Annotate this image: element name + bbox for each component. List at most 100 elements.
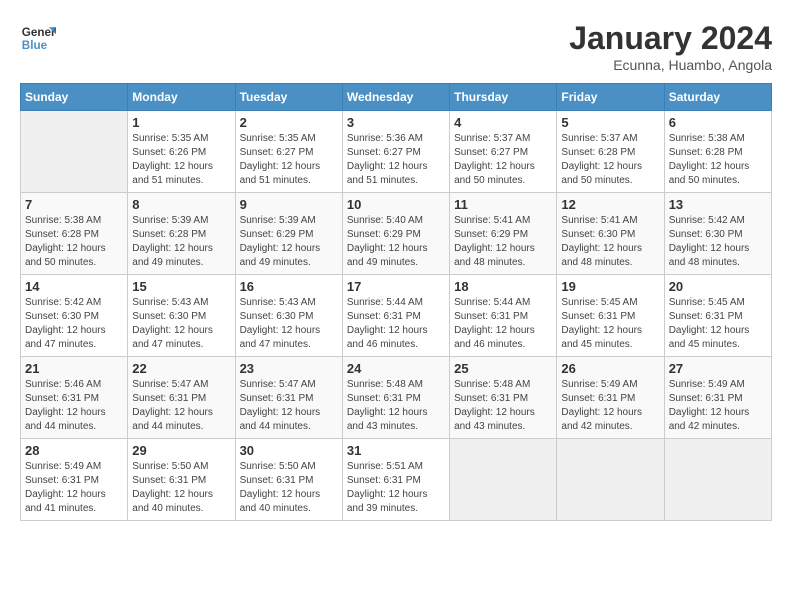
day-info: Sunrise: 5:49 AMSunset: 6:31 PMDaylight:…	[25, 460, 123, 516]
day-number: 18	[454, 279, 552, 294]
day-number: 14	[25, 279, 123, 294]
day-number: 1	[132, 115, 230, 130]
calendar-day-cell: 5Sunrise: 5:37 AMSunset: 6:28 PMDaylight…	[557, 111, 664, 193]
title-block: January 2024 Ecunna, Huambo, Angola	[569, 20, 772, 73]
day-of-week-header: Friday	[557, 84, 664, 111]
day-number: 2	[240, 115, 338, 130]
calendar-day-cell: 22Sunrise: 5:47 AMSunset: 6:31 PMDayligh…	[128, 357, 235, 439]
day-info: Sunrise: 5:46 AMSunset: 6:31 PMDaylight:…	[25, 378, 123, 434]
day-info: Sunrise: 5:45 AMSunset: 6:31 PMDaylight:…	[561, 296, 659, 352]
day-number: 9	[240, 197, 338, 212]
day-number: 7	[25, 197, 123, 212]
day-info: Sunrise: 5:48 AMSunset: 6:31 PMDaylight:…	[347, 378, 445, 434]
calendar-day-cell: 17 Sunrise: 5:44 AMSunset: 6:31 PMDayligh…	[342, 275, 449, 357]
day-number: 19	[561, 279, 659, 294]
calendar-day-cell: 6Sunrise: 5:38 AMSunset: 6:28 PMDaylight…	[664, 111, 771, 193]
calendar-day-cell	[450, 439, 557, 521]
calendar-day-cell: 3 Sunrise: 5:36 AMSunset: 6:27 PMDaylight…	[342, 111, 449, 193]
calendar-day-cell: 13Sunrise: 5:42 AMSunset: 6:30 PMDayligh…	[664, 193, 771, 275]
day-info: Sunrise: 5:42 AMSunset: 6:30 PMDaylight:…	[25, 296, 123, 352]
day-info: Sunrise: 5:44 AMSunset: 6:31 PMDaylight:…	[347, 296, 445, 352]
location-subtitle: Ecunna, Huambo, Angola	[569, 57, 772, 73]
calendar-day-cell: 10Sunrise: 5:40 AMSunset: 6:29 PMDayligh…	[342, 193, 449, 275]
day-info: Sunrise: 5:36 AMSunset: 6:27 PMDaylight:…	[347, 132, 445, 188]
day-info: Sunrise: 5:44 AMSunset: 6:31 PMDaylight:…	[454, 296, 552, 352]
calendar-day-cell	[664, 439, 771, 521]
calendar-day-cell: 30 Sunrise: 5:50 AMSunset: 6:31 PMDayligh…	[235, 439, 342, 521]
day-info: Sunrise: 5:43 AMSunset: 6:30 PMDaylight:…	[240, 296, 338, 352]
day-info: Sunrise: 5:49 AMSunset: 6:31 PMDaylight:…	[669, 378, 767, 434]
day-info: Sunrise: 5:50 AMSunset: 6:31 PMDaylight:…	[132, 460, 230, 516]
day-info: Sunrise: 5:49 AMSunset: 6:31 PMDaylight:…	[561, 378, 659, 434]
calendar-day-cell: 2 Sunrise: 5:35 AMSunset: 6:27 PMDaylight…	[235, 111, 342, 193]
day-number: 29	[132, 443, 230, 458]
day-number: 16	[240, 279, 338, 294]
calendar-day-cell: 27Sunrise: 5:49 AMSunset: 6:31 PMDayligh…	[664, 357, 771, 439]
calendar-week-row: 7 Sunrise: 5:38 AMSunset: 6:28 PMDaylight…	[21, 193, 772, 275]
calendar-day-cell: 16 Sunrise: 5:43 AMSunset: 6:30 PMDayligh…	[235, 275, 342, 357]
calendar-day-cell: 9 Sunrise: 5:39 AMSunset: 6:29 PMDaylight…	[235, 193, 342, 275]
calendar-day-cell: 26 Sunrise: 5:49 AMSunset: 6:31 PMDayligh…	[557, 357, 664, 439]
day-info: Sunrise: 5:47 AMSunset: 6:31 PMDaylight:…	[132, 378, 230, 434]
calendar-day-cell: 12Sunrise: 5:41 AMSunset: 6:30 PMDayligh…	[557, 193, 664, 275]
day-info: Sunrise: 5:50 AMSunset: 6:31 PMDaylight:…	[240, 460, 338, 516]
day-number: 3	[347, 115, 445, 130]
day-of-week-header: Tuesday	[235, 84, 342, 111]
calendar-table: SundayMondayTuesdayWednesdayThursdayFrid…	[20, 83, 772, 521]
day-of-week-header: Sunday	[21, 84, 128, 111]
calendar-day-cell: 31Sunrise: 5:51 AMSunset: 6:31 PMDayligh…	[342, 439, 449, 521]
day-number: 12	[561, 197, 659, 212]
day-number: 30	[240, 443, 338, 458]
calendar-day-cell: 15 Sunrise: 5:43 AMSunset: 6:30 PMDayligh…	[128, 275, 235, 357]
day-info: Sunrise: 5:51 AMSunset: 6:31 PMDaylight:…	[347, 460, 445, 516]
day-of-week-header: Thursday	[450, 84, 557, 111]
page-header: General Blue January 2024 Ecunna, Huambo…	[20, 20, 772, 73]
day-info: Sunrise: 5:35 AMSunset: 6:27 PMDaylight:…	[240, 132, 338, 188]
calendar-week-row: 28 Sunrise: 5:49 AMSunset: 6:31 PMDayligh…	[21, 439, 772, 521]
calendar-day-cell: 4Sunrise: 5:37 AMSunset: 6:27 PMDaylight…	[450, 111, 557, 193]
calendar-week-row: 21 Sunrise: 5:46 AMSunset: 6:31 PMDayligh…	[21, 357, 772, 439]
day-number: 26	[561, 361, 659, 376]
day-number: 17	[347, 279, 445, 294]
svg-text:Blue: Blue	[22, 39, 48, 52]
calendar-day-cell: 18 Sunrise: 5:44 AMSunset: 6:31 PMDayligh…	[450, 275, 557, 357]
calendar-day-cell: 23Sunrise: 5:47 AMSunset: 6:31 PMDayligh…	[235, 357, 342, 439]
calendar-day-cell: 20 Sunrise: 5:45 AMSunset: 6:31 PMDayligh…	[664, 275, 771, 357]
header-row: SundayMondayTuesdayWednesdayThursdayFrid…	[21, 84, 772, 111]
calendar-day-cell: 14 Sunrise: 5:42 AMSunset: 6:30 PMDayligh…	[21, 275, 128, 357]
day-info: Sunrise: 5:39 AMSunset: 6:29 PMDaylight:…	[240, 214, 338, 270]
day-number: 25	[454, 361, 552, 376]
calendar-day-cell	[21, 111, 128, 193]
day-info: Sunrise: 5:37 AMSunset: 6:27 PMDaylight:…	[454, 132, 552, 188]
day-number: 8	[132, 197, 230, 212]
calendar-day-cell: 7 Sunrise: 5:38 AMSunset: 6:28 PMDaylight…	[21, 193, 128, 275]
day-number: 15	[132, 279, 230, 294]
day-number: 20	[669, 279, 767, 294]
day-info: Sunrise: 5:48 AMSunset: 6:31 PMDaylight:…	[454, 378, 552, 434]
day-number: 28	[25, 443, 123, 458]
day-number: 11	[454, 197, 552, 212]
day-info: Sunrise: 5:43 AMSunset: 6:30 PMDaylight:…	[132, 296, 230, 352]
day-info: Sunrise: 5:40 AMSunset: 6:29 PMDaylight:…	[347, 214, 445, 270]
calendar-day-cell: 25 Sunrise: 5:48 AMSunset: 6:31 PMDayligh…	[450, 357, 557, 439]
day-number: 24	[347, 361, 445, 376]
day-info: Sunrise: 5:38 AMSunset: 6:28 PMDaylight:…	[25, 214, 123, 270]
day-info: Sunrise: 5:47 AMSunset: 6:31 PMDaylight:…	[240, 378, 338, 434]
calendar-day-cell: 28 Sunrise: 5:49 AMSunset: 6:31 PMDayligh…	[21, 439, 128, 521]
day-of-week-header: Monday	[128, 84, 235, 111]
calendar-day-cell: 24 Sunrise: 5:48 AMSunset: 6:31 PMDayligh…	[342, 357, 449, 439]
logo-icon: General Blue	[20, 20, 56, 56]
calendar-week-row: 14 Sunrise: 5:42 AMSunset: 6:30 PMDayligh…	[21, 275, 772, 357]
calendar-day-cell: 8Sunrise: 5:39 AMSunset: 6:28 PMDaylight…	[128, 193, 235, 275]
day-number: 5	[561, 115, 659, 130]
calendar-day-cell: 1Sunrise: 5:35 AMSunset: 6:26 PMDaylight…	[128, 111, 235, 193]
day-of-week-header: Wednesday	[342, 84, 449, 111]
day-info: Sunrise: 5:38 AMSunset: 6:28 PMDaylight:…	[669, 132, 767, 188]
day-number: 13	[669, 197, 767, 212]
month-title: January 2024	[569, 20, 772, 57]
day-info: Sunrise: 5:45 AMSunset: 6:31 PMDaylight:…	[669, 296, 767, 352]
day-number: 21	[25, 361, 123, 376]
logo: General Blue	[20, 20, 56, 56]
day-of-week-header: Saturday	[664, 84, 771, 111]
calendar-day-cell: 19 Sunrise: 5:45 AMSunset: 6:31 PMDayligh…	[557, 275, 664, 357]
